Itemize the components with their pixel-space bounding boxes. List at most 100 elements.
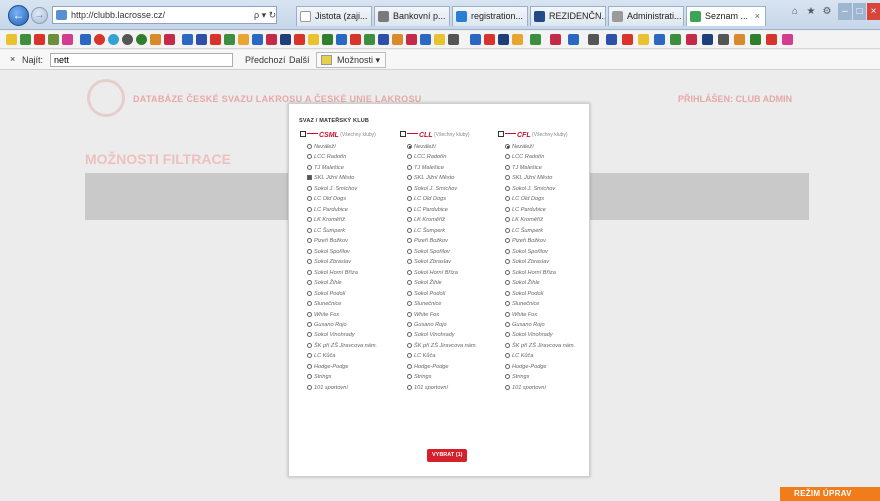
- radio-button[interactable]: [307, 374, 312, 380]
- toolbar-icon[interactable]: [252, 34, 263, 45]
- radio-button[interactable]: [307, 206, 312, 212]
- club-option[interactable]: ŠK při ZŠ Jiravcova nám.: [300, 341, 400, 351]
- maximize-icon[interactable]: □: [853, 3, 866, 20]
- club-option[interactable]: LK Kroměříž: [400, 215, 500, 225]
- toolbar-icon[interactable]: [568, 34, 579, 45]
- confirm-button[interactable]: VYBRAT (1): [427, 449, 468, 462]
- toolbar-icon[interactable]: [420, 34, 431, 45]
- toolbar-icon[interactable]: [470, 34, 481, 45]
- club-option[interactable]: Sokol Horní Bříza: [300, 268, 400, 278]
- toolbar-icon[interactable]: [164, 34, 175, 45]
- radio-button[interactable]: [407, 238, 412, 244]
- radio-button[interactable]: [407, 196, 412, 202]
- toolbar-icon[interactable]: [588, 34, 599, 45]
- toolbar-icon[interactable]: [654, 34, 665, 45]
- column-header[interactable]: ČFL (Všechny kluby): [498, 131, 598, 142]
- toolbar-icon[interactable]: [122, 34, 133, 45]
- minimize-icon[interactable]: –: [838, 3, 852, 20]
- radio-button[interactable]: [407, 217, 412, 223]
- club-option[interactable]: Sokol Horní Bříza: [498, 268, 598, 278]
- club-option[interactable]: Strings: [498, 372, 598, 382]
- radio-button[interactable]: [307, 301, 312, 307]
- tab-1[interactable]: Jistota (zaji...: [296, 6, 372, 26]
- club-option[interactable]: Strings: [400, 372, 500, 382]
- club-option[interactable]: LK Kroměříž: [498, 215, 598, 225]
- radio-button[interactable]: [505, 217, 510, 223]
- toolbar-icon[interactable]: [498, 34, 509, 45]
- toolbar-icon[interactable]: [336, 34, 347, 45]
- club-option[interactable]: ŠK při ZŠ Jiravcova nám.: [400, 341, 500, 351]
- toolbar-icon[interactable]: [224, 34, 235, 45]
- club-option[interactable]: SKL Jižní Město: [300, 173, 400, 183]
- radio-button[interactable]: [307, 332, 312, 338]
- toolbar-icon[interactable]: [766, 34, 777, 45]
- radio-button[interactable]: [307, 290, 312, 296]
- toolbar-icon[interactable]: [434, 34, 445, 45]
- club-option[interactable]: Gusano Rojo: [498, 320, 598, 330]
- radio-button[interactable]: [407, 311, 412, 317]
- toolbar-icon[interactable]: [136, 34, 147, 45]
- radio-button[interactable]: [407, 269, 412, 275]
- radio-button[interactable]: [407, 353, 412, 359]
- club-option[interactable]: Sokol Zbraslav: [498, 257, 598, 267]
- club-option[interactable]: LCC Radotín: [498, 152, 598, 162]
- radio-button[interactable]: [307, 248, 312, 254]
- toolbar-icon[interactable]: [782, 34, 793, 45]
- club-option[interactable]: LC Šumperk: [300, 226, 400, 236]
- club-option[interactable]: LC Old Dogs: [400, 194, 500, 204]
- club-option[interactable]: Nezáleží: [498, 142, 598, 152]
- forward-button[interactable]: →: [31, 7, 48, 24]
- club-option[interactable]: Sokol Vinohrady: [498, 330, 598, 340]
- select-all-checkbox[interactable]: [498, 131, 504, 137]
- radio-button[interactable]: [505, 269, 510, 275]
- tab-3[interactable]: registration...: [452, 6, 528, 26]
- club-option[interactable]: SKL Jižní Město: [498, 173, 598, 183]
- club-option[interactable]: LC Old Dogs: [498, 194, 598, 204]
- radio-button[interactable]: [505, 185, 510, 191]
- favorites-star-icon[interactable]: ★: [804, 3, 818, 20]
- radio-button[interactable]: [505, 311, 510, 317]
- radio-button[interactable]: [407, 227, 412, 233]
- club-option[interactable]: Nezáleží: [300, 142, 400, 152]
- radio-button[interactable]: [505, 238, 510, 244]
- select-all-checkbox[interactable]: [400, 131, 406, 137]
- toolbar-icon[interactable]: [686, 34, 697, 45]
- tab-6-active[interactable]: Seznam ... ×: [686, 6, 766, 26]
- club-option[interactable]: Pizeň Božkov: [498, 236, 598, 246]
- club-option[interactable]: LC Kůča: [498, 351, 598, 361]
- radio-button[interactable]: [307, 227, 312, 233]
- radio-button[interactable]: [407, 164, 412, 170]
- radio-button[interactable]: [407, 363, 412, 369]
- toolbar-icon[interactable]: [238, 34, 249, 45]
- club-option[interactable]: Sokol J. Smíchov: [400, 184, 500, 194]
- radio-button[interactable]: [407, 332, 412, 338]
- toolbar-icon[interactable]: [718, 34, 729, 45]
- toolbar-icon[interactable]: [108, 34, 119, 45]
- club-option[interactable]: Slunečnice: [300, 299, 400, 309]
- radio-button[interactable]: [307, 238, 312, 244]
- radio-button[interactable]: [407, 259, 412, 265]
- club-option[interactable]: LCC Radotín: [400, 152, 500, 162]
- toolbar-icon[interactable]: [34, 34, 45, 45]
- radio-button[interactable]: [307, 280, 312, 286]
- toolbar-icon[interactable]: [294, 34, 305, 45]
- club-option[interactable]: LC Pardubice: [498, 205, 598, 215]
- club-option[interactable]: Sokol Zbraslav: [400, 257, 500, 267]
- home-icon[interactable]: ⌂: [788, 3, 802, 20]
- club-option[interactable]: Sokol Vinohrady: [400, 330, 500, 340]
- club-option[interactable]: Sokol Podolí: [300, 289, 400, 299]
- club-option[interactable]: 101 sportovní: [400, 383, 500, 393]
- address-controls[interactable]: ρ ▾ ↻: [254, 6, 276, 24]
- radio-button[interactable]: [307, 363, 312, 369]
- toolbar-icon[interactable]: [182, 34, 193, 45]
- club-option[interactable]: LC Šumperk: [400, 226, 500, 236]
- club-option[interactable]: Sokol Žihle: [498, 278, 598, 288]
- address-bar[interactable]: http://clubb.lacrosse.cz/: [52, 6, 277, 24]
- toolbar-icon[interactable]: [512, 34, 523, 45]
- radio-button[interactable]: [505, 154, 510, 160]
- toolbar-icon[interactable]: [364, 34, 375, 45]
- club-option[interactable]: Sokol Podolí: [498, 289, 598, 299]
- radio-button[interactable]: [407, 384, 412, 390]
- tab-2[interactable]: Bankovní p...: [374, 6, 450, 26]
- club-option[interactable]: Pizeň Božkov: [400, 236, 500, 246]
